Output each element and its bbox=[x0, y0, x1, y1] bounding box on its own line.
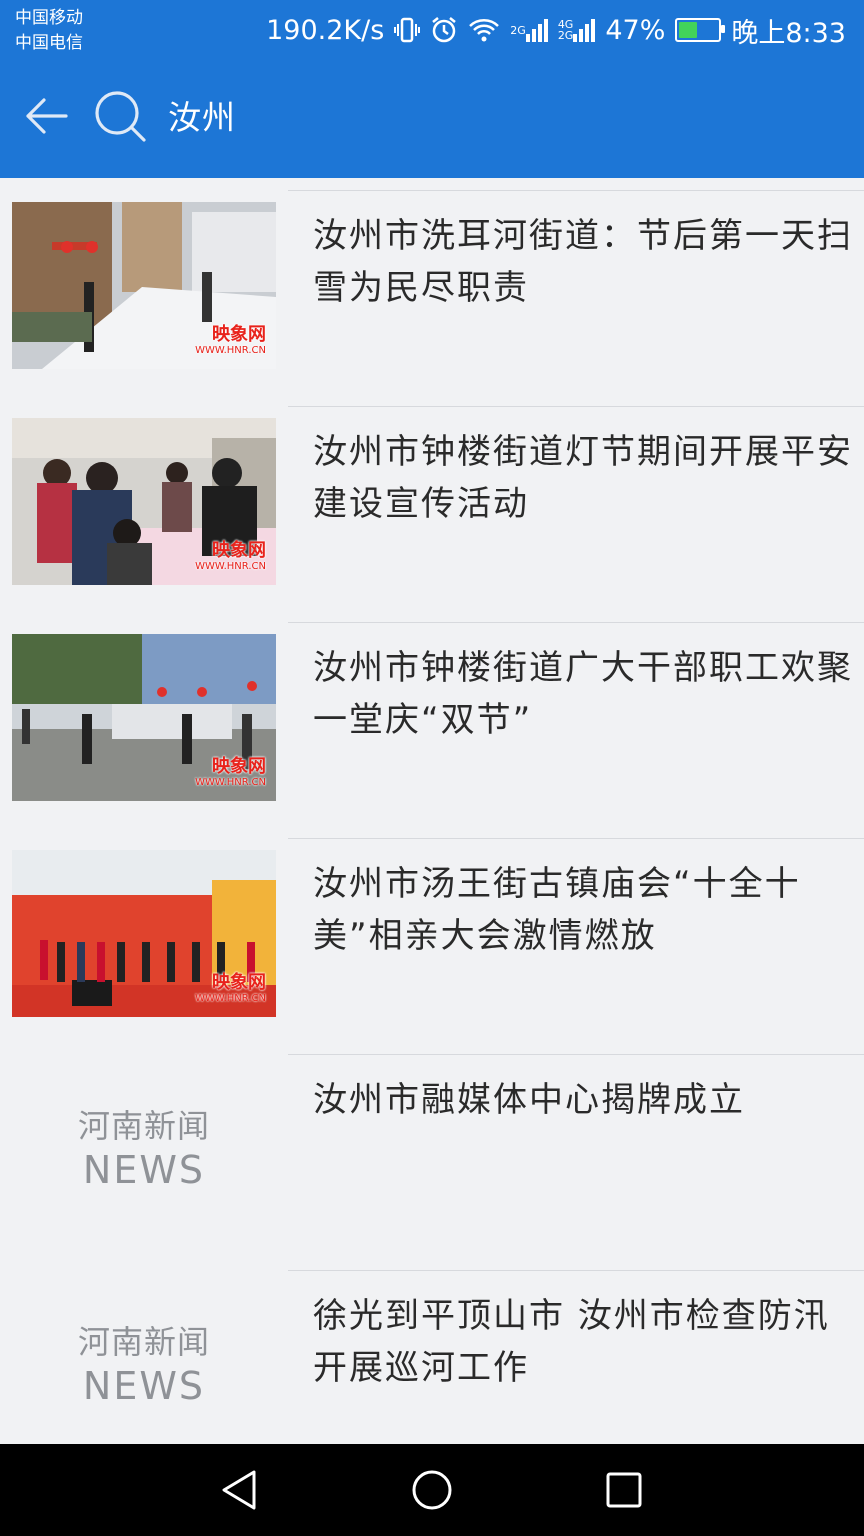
watermark: 映象网 WWW.HNR.CN bbox=[195, 756, 266, 789]
news-placeholder-thumbnail: 河南新闻 NEWS bbox=[12, 1282, 276, 1444]
search-header: 汝州 bbox=[0, 62, 864, 178]
sim1-net-type: 2G bbox=[510, 23, 526, 37]
placeholder-text: 河南新闻 bbox=[77, 1322, 210, 1361]
list-item[interactable]: 映象网 WWW.HNR.CN 汝州市钟楼街道广大干部职工欢聚一堂庆“双节” bbox=[0, 610, 864, 826]
news-placeholder-thumbnail: 河南新闻 NEWS bbox=[12, 1066, 276, 1233]
search-icon[interactable] bbox=[92, 88, 148, 144]
watermark: 映象网 WWW.HNR.CN bbox=[195, 540, 266, 573]
wifi-icon bbox=[468, 17, 500, 43]
sim1-signal-icon: 2G bbox=[510, 18, 548, 42]
battery-percent: 47% bbox=[605, 14, 666, 46]
status-indicators: 190.2K/s 2G 4G 2G 47% 晚上8:33 bbox=[266, 10, 846, 50]
status-bar: 中国移动 中国电信 190.2K/s 2G 4G 2G 47% 晚上8:33 bbox=[0, 0, 864, 62]
nav-home-icon[interactable] bbox=[408, 1466, 456, 1514]
list-item[interactable]: 映象网 WWW.HNR.CN 汝州市钟楼街道灯节期间开展平安建设宣传活动 bbox=[0, 394, 864, 610]
news-title[interactable]: 汝州市汤王街古镇庙会“十全十美”相亲大会激情燃放 bbox=[313, 858, 861, 962]
divider bbox=[288, 1054, 864, 1055]
vibrate-icon bbox=[394, 16, 421, 44]
list-item[interactable]: 映象网 WWW.HNR.CN 汝州市汤王街古镇庙会“十全十美”相亲大会激情燃放 bbox=[0, 826, 864, 1042]
placeholder-news: NEWS bbox=[82, 1363, 206, 1408]
battery-icon bbox=[675, 18, 726, 42]
sim2-signal-icon: 4G 2G bbox=[558, 18, 596, 42]
news-title[interactable]: 徐光到平顶山市 汝州市检查防汛开展巡河工作 bbox=[313, 1290, 861, 1394]
carrier-1: 中国移动 bbox=[15, 8, 83, 28]
nav-recents-icon[interactable] bbox=[600, 1466, 648, 1514]
carrier-2: 中国电信 bbox=[15, 33, 83, 53]
watermark: 映象网 WWW.HNR.CN bbox=[195, 972, 266, 1005]
alarm-icon bbox=[430, 16, 458, 44]
system-nav-bar bbox=[0, 1444, 864, 1536]
placeholder-text: 河南新闻 bbox=[77, 1106, 210, 1145]
results-list[interactable]: 映象网 WWW.HNR.CN 汝州市洗耳河街道：节后第一天扫雪为民尽职责 映象网 W… bbox=[0, 178, 864, 1444]
placeholder-news: NEWS bbox=[82, 1147, 206, 1192]
divider bbox=[288, 190, 864, 191]
back-arrow-icon bbox=[26, 98, 68, 134]
news-thumbnail: 映象网 WWW.HNR.CN bbox=[12, 418, 276, 585]
divider bbox=[288, 1270, 864, 1271]
list-item[interactable]: 映象网 WWW.HNR.CN 汝州市洗耳河街道：节后第一天扫雪为民尽职责 bbox=[0, 178, 864, 394]
divider bbox=[288, 838, 864, 839]
news-title[interactable]: 汝州市融媒体中心揭牌成立 bbox=[313, 1074, 861, 1126]
watermark: 映象网 WWW.HNR.CN bbox=[195, 324, 266, 357]
carrier-info: 中国移动 中国电信 bbox=[15, 6, 83, 56]
divider bbox=[288, 622, 864, 623]
divider bbox=[288, 406, 864, 407]
news-title[interactable]: 汝州市洗耳河街道：节后第一天扫雪为民尽职责 bbox=[313, 210, 861, 314]
back-button[interactable] bbox=[22, 92, 70, 140]
net-speed: 190.2K/s bbox=[266, 14, 385, 46]
news-thumbnail: 映象网 WWW.HNR.CN bbox=[12, 850, 276, 1017]
news-thumbnail: 映象网 WWW.HNR.CN bbox=[12, 202, 276, 369]
list-item[interactable]: 河南新闻 NEWS 汝州市融媒体中心揭牌成立 bbox=[0, 1042, 864, 1258]
sim2-net-bottom: 2G bbox=[557, 29, 574, 42]
search-query[interactable]: 汝州 bbox=[168, 96, 236, 140]
news-title[interactable]: 汝州市钟楼街道灯节期间开展平安建设宣传活动 bbox=[313, 426, 861, 530]
app-header: 中国移动 中国电信 190.2K/s 2G 4G 2G 47% 晚上8:33 汝… bbox=[0, 0, 864, 178]
news-thumbnail: 映象网 WWW.HNR.CN bbox=[12, 634, 276, 801]
clock: 晚上8:33 bbox=[731, 17, 846, 49]
nav-back-icon[interactable] bbox=[216, 1466, 264, 1514]
list-item[interactable]: 河南新闻 NEWS 徐光到平顶山市 汝州市检查防汛开展巡河工作 bbox=[0, 1258, 864, 1444]
news-title[interactable]: 汝州市钟楼街道广大干部职工欢聚一堂庆“双节” bbox=[313, 642, 861, 746]
